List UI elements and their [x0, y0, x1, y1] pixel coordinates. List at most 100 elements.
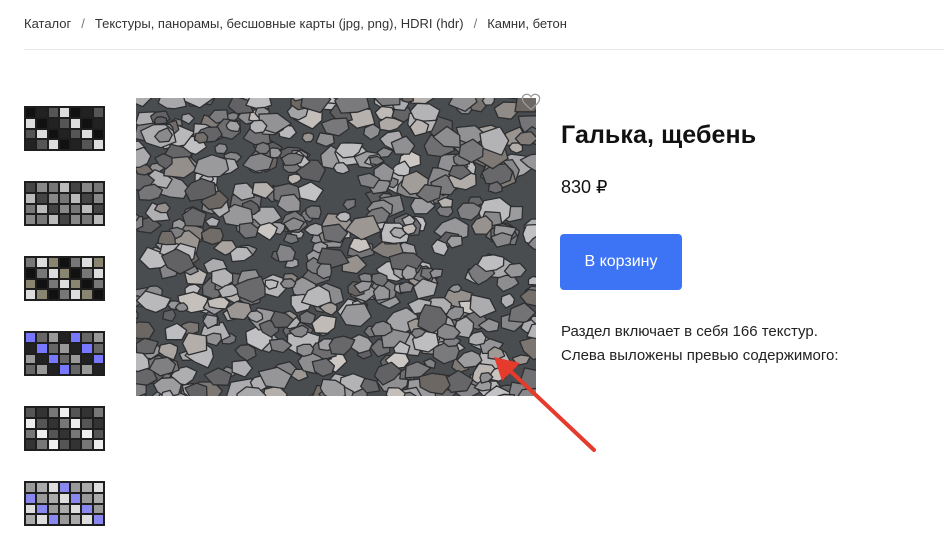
- thumbnail-tile: [82, 279, 92, 289]
- thumbnail-tile: [26, 290, 36, 299]
- thumbnail-tile: [93, 333, 103, 342]
- thumbnail-tile: [93, 108, 103, 117]
- thumbnail-tile: [82, 140, 92, 149]
- product-image[interactable]: [136, 98, 536, 396]
- thumbnail-tile: [26, 279, 36, 289]
- thumbnail-4[interactable]: [24, 331, 105, 376]
- thumbnail-tile: [71, 129, 81, 139]
- thumbnail-tile: [37, 429, 47, 439]
- thumbnail-tile: [59, 504, 70, 514]
- thumbnail-5[interactable]: [24, 406, 105, 451]
- thumbnail-tile: [59, 493, 70, 503]
- thumbnail-tile: [26, 108, 36, 117]
- gravel-texture-image: [136, 98, 536, 396]
- thumbnail-tile: [71, 408, 81, 417]
- thumbnail-tile: [26, 129, 36, 139]
- thumbnail-tile: [93, 483, 103, 492]
- thumbnail-tile: [48, 333, 58, 342]
- thumbnail-tile: [48, 504, 58, 514]
- thumbnail-tile: [26, 354, 36, 364]
- thumbnail-tile: [82, 493, 92, 503]
- thumbnail-tile: [93, 193, 103, 203]
- thumbnail-tile: [48, 408, 58, 417]
- thumbnail-tile: [48, 493, 58, 503]
- thumbnail-tile: [82, 290, 92, 299]
- thumbnail-tile: [48, 483, 58, 492]
- thumbnail-tile: [37, 258, 47, 267]
- breadcrumb-separator: /: [81, 15, 85, 31]
- thumbnail-2[interactable]: [24, 181, 105, 226]
- breadcrumb-textures[interactable]: Текстуры, панорамы, бесшовные карты (jpg…: [95, 16, 464, 31]
- thumbnail-tile: [82, 215, 92, 224]
- thumbnail-tile: [48, 129, 58, 139]
- add-to-cart-button[interactable]: В корзину: [560, 234, 682, 290]
- thumbnail-tile: [48, 204, 58, 214]
- thumbnail-tile: [71, 215, 81, 224]
- thumbnail-tile: [26, 515, 36, 524]
- thumbnail-tile: [93, 140, 103, 149]
- thumbnail-tile: [37, 204, 47, 214]
- product-description: Раздел включает в себя 166 текстур. Слев…: [561, 320, 921, 368]
- thumbnail-tile: [37, 515, 47, 524]
- thumbnail-tile: [37, 140, 47, 149]
- thumbnail-tile: [26, 343, 36, 353]
- thumbnail-tile: [37, 215, 47, 224]
- breadcrumb-stones-concrete[interactable]: Камни, бетон: [487, 16, 567, 31]
- thumbnail-tile: [26, 429, 36, 439]
- thumbnail-tile: [26, 504, 36, 514]
- thumbnail-tile: [93, 279, 103, 289]
- heart-outline-icon[interactable]: [521, 93, 541, 111]
- thumbnail-tile: [71, 108, 81, 117]
- thumbnail-tile: [48, 365, 58, 374]
- thumbnail-tile: [71, 343, 81, 353]
- thumbnail-tile: [48, 258, 58, 267]
- thumbnail-tile: [26, 183, 36, 192]
- thumbnail-tile: [93, 440, 103, 449]
- thumbnail-tile: [82, 365, 92, 374]
- thumbnail-tile: [82, 183, 92, 192]
- thumbnail-tile: [71, 193, 81, 203]
- thumbnail-tile: [71, 118, 81, 128]
- thumbnail-6[interactable]: [24, 481, 105, 526]
- thumbnail-tile: [26, 258, 36, 267]
- product-title: Галька, щебень: [561, 121, 757, 149]
- thumbnail-tile: [93, 258, 103, 267]
- thumbnail-tile: [26, 268, 36, 278]
- thumbnail-tile: [71, 365, 81, 374]
- thumbnail-tile: [59, 140, 70, 149]
- thumbnail-tile: [93, 504, 103, 514]
- thumbnail-1[interactable]: [24, 106, 105, 151]
- thumbnail-list: [24, 106, 105, 546]
- thumbnail-tile: [93, 268, 103, 278]
- header-divider: [24, 49, 944, 50]
- thumbnail-tile: [37, 129, 47, 139]
- thumbnail-3[interactable]: [24, 256, 105, 301]
- thumbnail-tile: [71, 429, 81, 439]
- thumbnail-tile: [59, 258, 70, 267]
- thumbnail-tile: [71, 333, 81, 342]
- thumbnail-tile: [82, 129, 92, 139]
- thumbnail-tile: [48, 193, 58, 203]
- thumbnail-tile: [59, 429, 70, 439]
- thumbnail-tile: [71, 493, 81, 503]
- thumbnail-tile: [37, 279, 47, 289]
- thumbnail-tile: [37, 418, 47, 428]
- thumbnail-tile: [93, 408, 103, 417]
- thumbnail-tile: [37, 108, 47, 117]
- thumbnail-tile: [26, 493, 36, 503]
- thumbnail-tile: [82, 193, 92, 203]
- thumbnail-tile: [59, 204, 70, 214]
- thumbnail-tile: [82, 343, 92, 353]
- thumbnail-tile: [37, 268, 47, 278]
- thumbnail-tile: [48, 429, 58, 439]
- thumbnail-tile: [48, 183, 58, 192]
- thumbnail-tile: [71, 418, 81, 428]
- thumbnail-tile: [37, 333, 47, 342]
- thumbnail-tile: [93, 493, 103, 503]
- breadcrumb-catalog[interactable]: Каталог: [24, 16, 71, 31]
- thumbnail-tile: [93, 118, 103, 128]
- thumbnail-tile: [37, 493, 47, 503]
- thumbnail-tile: [93, 215, 103, 224]
- thumbnail-tile: [37, 504, 47, 514]
- thumbnail-tile: [59, 183, 70, 192]
